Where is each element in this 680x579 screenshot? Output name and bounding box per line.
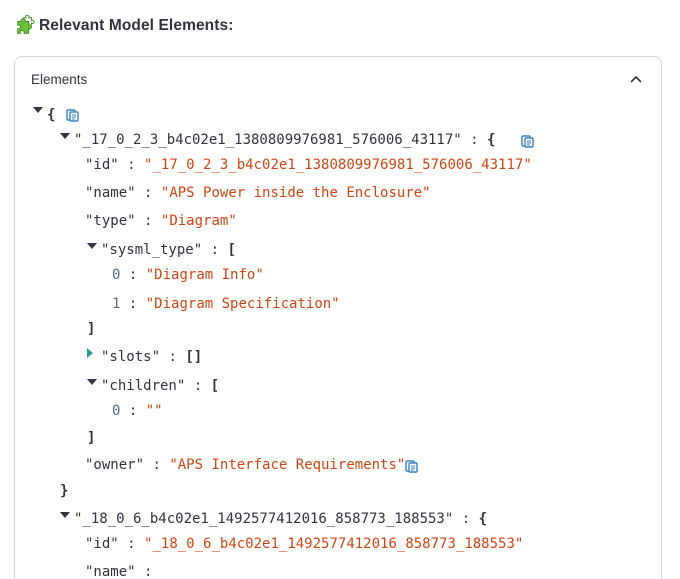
- collapse-triangle-icon[interactable]: [87, 378, 97, 388]
- collapse-triangle-icon[interactable]: [33, 106, 43, 116]
- element-1-owner-value: "APS Interface Requirements": [169, 457, 406, 473]
- element-1-children-row: "children" : [: [101, 378, 220, 394]
- sysml-type-item: 0 : "Diagram Info": [112, 267, 264, 283]
- element-1-id-row: "id" : "_17_0_2_3_b4c02e1_1380809976981_…: [85, 157, 532, 173]
- element-1-name-row: "name" : "APS Power inside the Enclosure…: [85, 185, 431, 201]
- element-1-sysml-type-row: "sysml_type" : [: [101, 242, 236, 258]
- element-1-key-row: "_17_0_2_3_b4c02e1_1380809976981_576006_…: [74, 132, 496, 148]
- collapse-triangle-icon[interactable]: [60, 511, 70, 521]
- element-1-owner-row: "owner" : "APS Interface Requirements": [85, 457, 406, 473]
- object-close-brace: }: [60, 483, 69, 499]
- element-1-type-value: "Diagram": [160, 213, 237, 229]
- copy-icon[interactable]: [521, 134, 535, 148]
- array-close-bracket: ]: [87, 321, 96, 337]
- children-item: 0 : "": [112, 403, 163, 419]
- element-2-id-value: "_18_0_6_b4c02e1_1492577412016_858773_18…: [144, 536, 524, 552]
- collapse-triangle-icon[interactable]: [60, 132, 70, 142]
- array-close-bracket: ]: [87, 430, 96, 446]
- collapse-triangle-icon[interactable]: [87, 242, 97, 252]
- element-2-name-row: "name" :: [85, 564, 153, 579]
- expand-triangle-icon[interactable]: [86, 348, 96, 358]
- copy-icon[interactable]: [66, 108, 80, 122]
- json-viewer: { "_17_0_2_3_b4c02e1_1380809976981_57600…: [0, 0, 680, 579]
- element-1-type-row: "type" : "Diagram": [85, 213, 237, 229]
- copy-icon[interactable]: [405, 459, 419, 473]
- element-1-id-value: "_17_0_2_3_b4c02e1_1380809976981_576006_…: [144, 157, 532, 173]
- element-1-name-value: "APS Power inside the Enclosure": [160, 185, 431, 201]
- element-2-key: "_18_0_6_b4c02e1_1492577412016_858773_18…: [74, 511, 454, 527]
- element-1-key: "_17_0_2_3_b4c02e1_1380809976981_576006_…: [74, 132, 462, 148]
- element-1-slots-row: "slots" : []: [101, 349, 203, 365]
- element-2-key-row: "_18_0_6_b4c02e1_1492577412016_858773_18…: [74, 511, 488, 527]
- element-2-id-row: "id" : "_18_0_6_b4c02e1_1492577412016_85…: [85, 536, 524, 552]
- root-open-brace: {: [47, 107, 56, 123]
- sysml-type-item: 1 : "Diagram Specification": [112, 296, 340, 312]
